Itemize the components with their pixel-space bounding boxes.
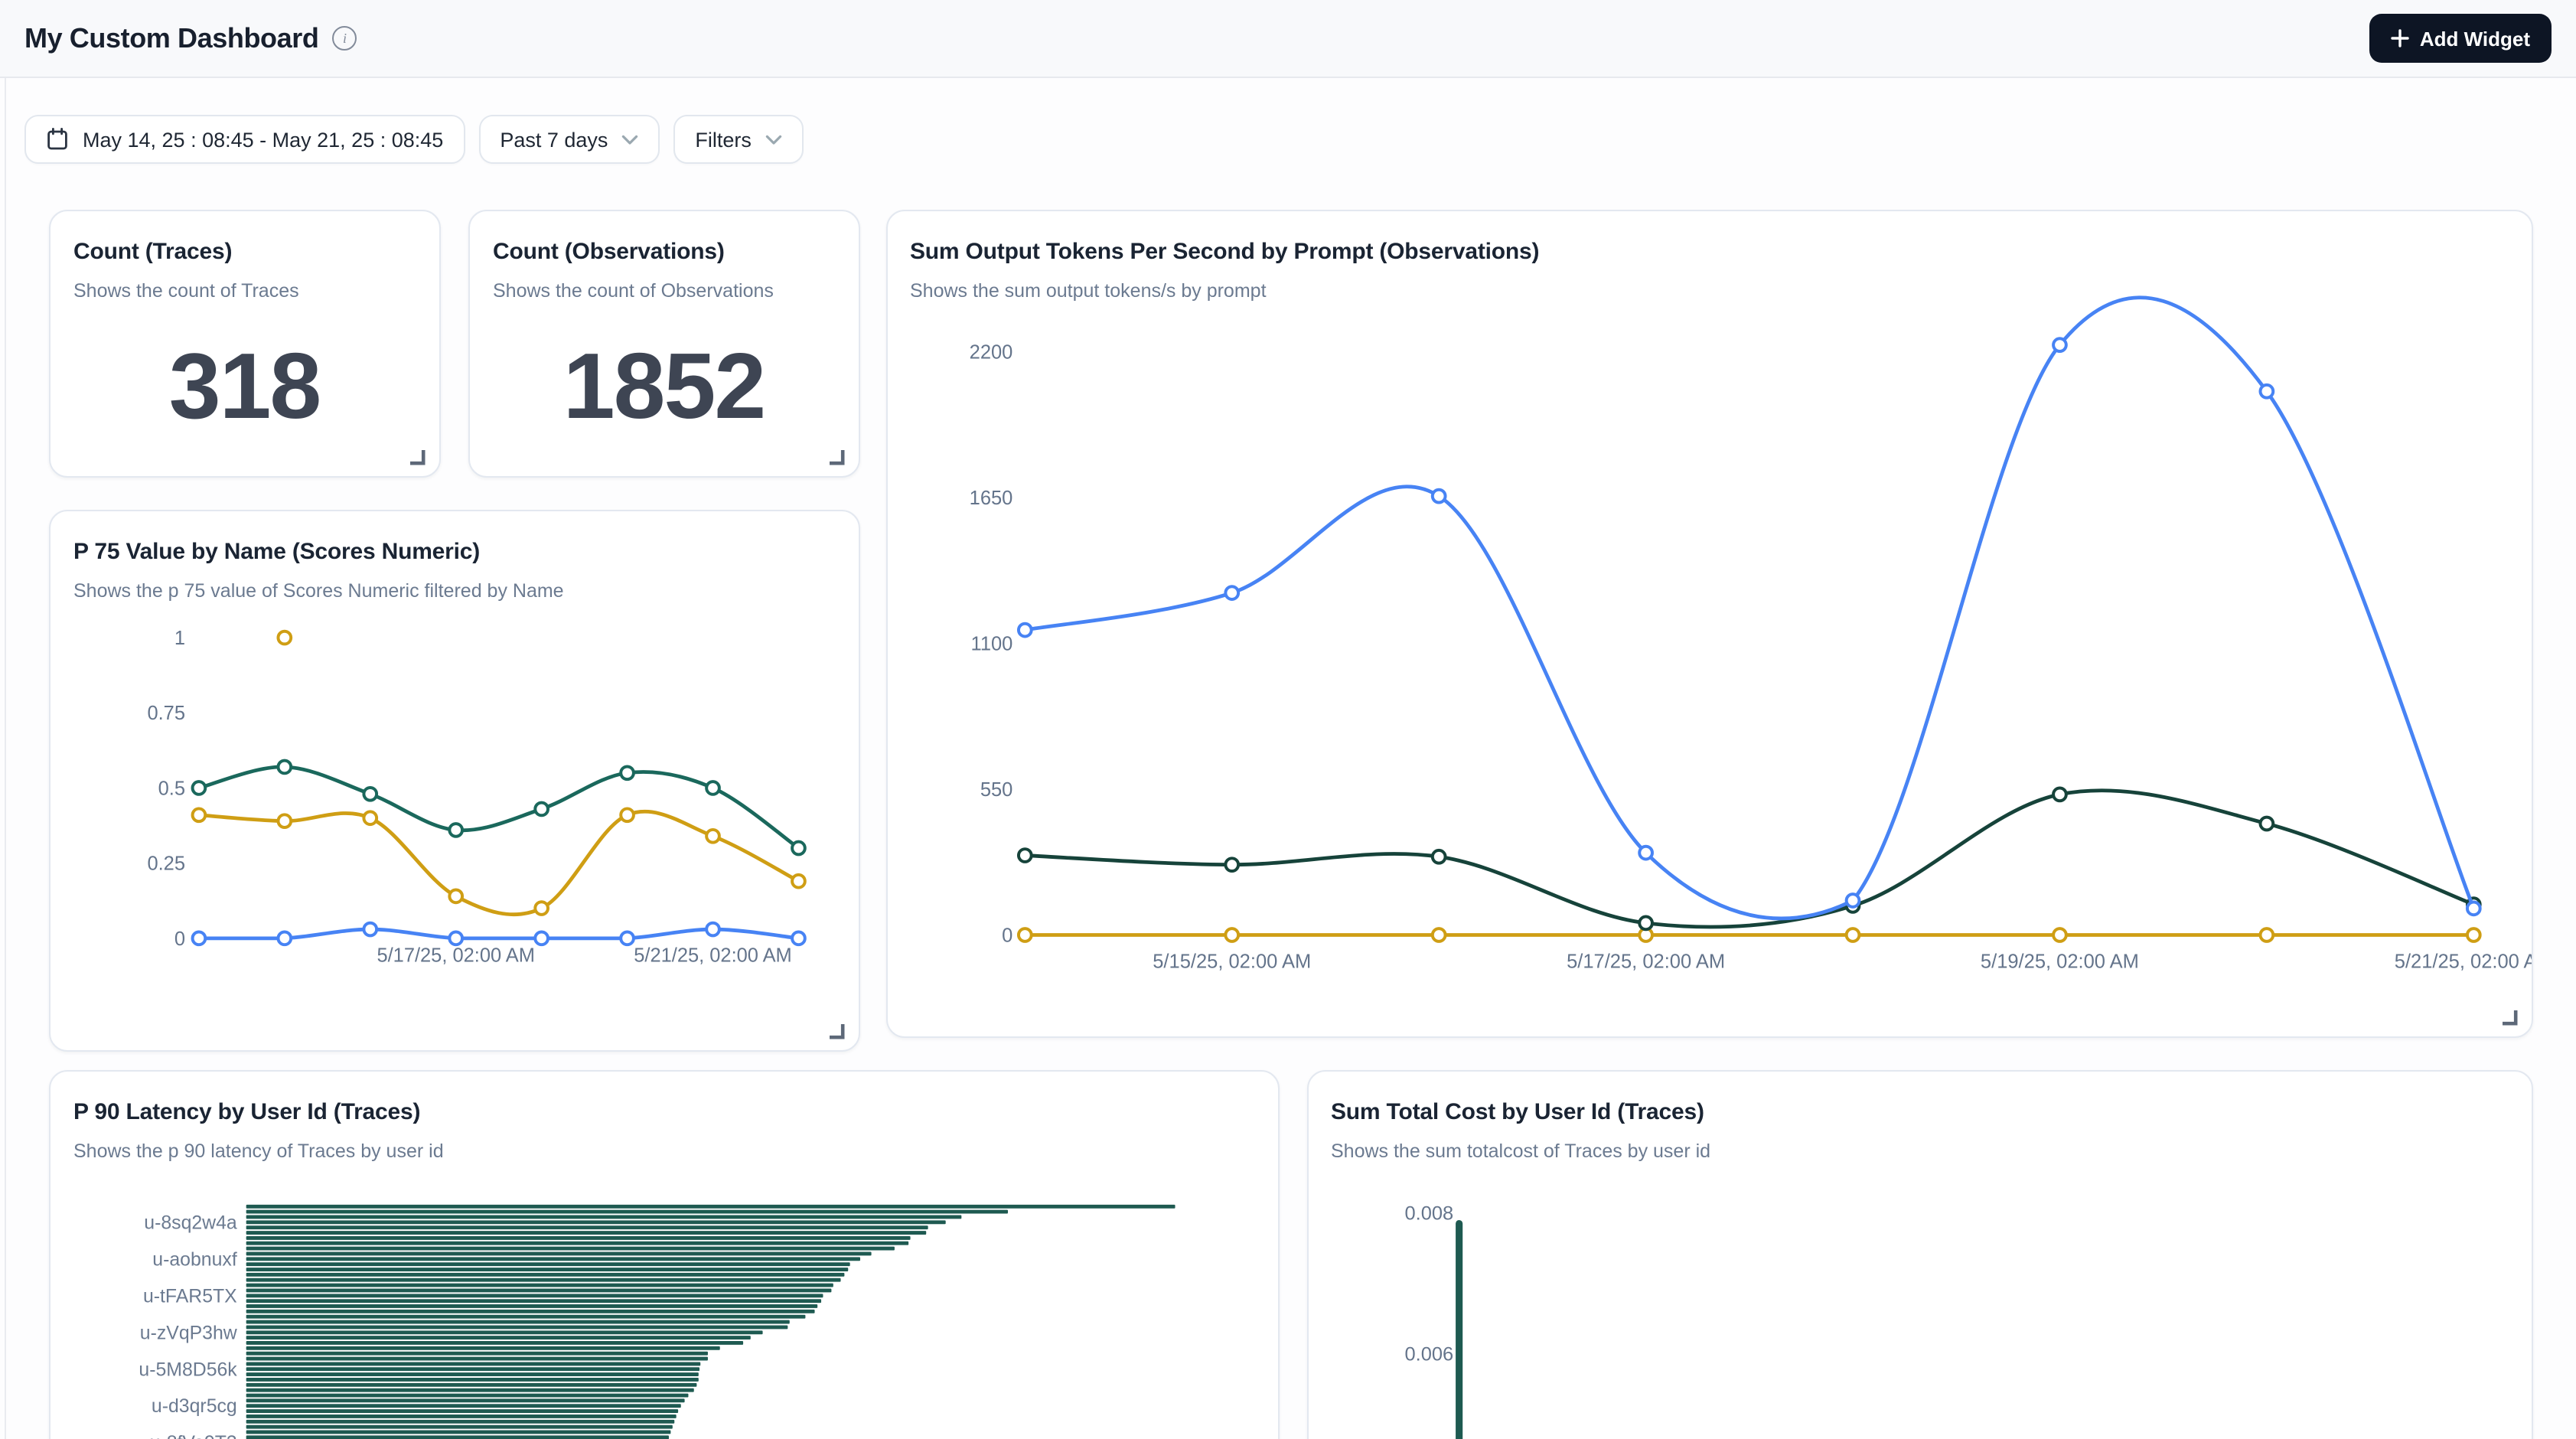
y-axis-tick-labels: 0.008 0.006 [1404,1202,1453,1365]
widget-count-observations: Count (Observations) Shows the count of … [468,209,859,477]
svg-text:5/19/25, 02:00 AM: 5/19/25, 02:00 AM [1980,950,2138,971]
widget-count-traces: Count (Traces) Shows the count of Traces… [49,209,440,477]
svg-text:0.008: 0.008 [1404,1202,1453,1224]
widget-subtitle: Shows the count of Traces [73,279,416,305]
range-preset-label: Past 7 days [500,128,608,151]
page-title: My Custom Dashboard [24,22,318,54]
series-1 [1018,788,2480,929]
svg-text:1100: 1100 [970,632,1012,654]
add-widget-button[interactable]: Add Widget [2369,14,2552,63]
svg-text:u-5M8D56k: u-5M8D56k [139,1359,237,1379]
latency-bars [246,1204,1176,1439]
count-observations-value: 1852 [470,339,858,432]
user-id-labels: u-8sq2w4a u-aobnuxf u-tFAR5TX u-zVqP3hw u-5M… [139,1212,237,1439]
filter-bar: May 14, 25 : 08:45 - May 21, 25 : 08:45 … [24,115,804,164]
tokens-line-chart: 0 550 1100 1650 2200 5/15/25, 02:00 AM 5/17/25… [887,210,2531,1036]
svg-text:u-tFAR5TX: u-tFAR5TX [143,1285,237,1306]
date-range-picker[interactable]: May 14, 25 : 08:45 - May 21, 25 : 08:45 [24,115,465,164]
calendar-icon [46,127,69,152]
svg-text:u-aobnuxf: u-aobnuxf [152,1248,237,1269]
y-axis-tick-labels: 0 550 1100 1650 2200 [969,341,1012,945]
resize-handle-icon[interactable] [827,448,844,465]
svg-text:2200: 2200 [969,341,1012,362]
widget-title: Count (Observations) [493,238,835,267]
p90-bar-chart: u-8sq2w4a u-aobnuxf u-tFAR5TX u-zVqP3hw u-5M… [51,1071,1278,1439]
dashboard-viewport: My Custom Dashboard i Add Widget May 14,… [0,0,2576,1439]
svg-text:5/15/25, 02:00 AM: 5/15/25, 02:00 AM [1152,950,1310,971]
widget-title: Count (Traces) [73,238,416,267]
resize-handle-icon[interactable] [2500,1008,2517,1025]
svg-text:0: 0 [1001,924,1012,945]
filters-label: Filters [695,128,752,151]
svg-text:5/17/25, 02:00 AM: 5/17/25, 02:00 AM [1566,950,1724,971]
widget-total-cost: Sum Total Cost by User Id (Traces) Shows… [1306,1069,2532,1439]
svg-text:0: 0 [174,928,185,949]
plus-icon [2391,29,2409,47]
date-range-label: May 14, 25 : 08:45 - May 21, 25 : 08:45 [83,128,443,151]
svg-text:1: 1 [174,627,185,648]
x-axis-tick-labels: 5/17/25, 02:00 AM 5/21/25, 02:00 AM [377,945,791,966]
svg-text:0.006: 0.006 [1404,1343,1453,1364]
dashboard-header: My Custom Dashboard i Add Widget [0,0,2576,78]
series-0 [1018,928,2480,941]
series-3 [278,631,291,644]
svg-text:5/21/25, 02:00 AM: 5/21/25, 02:00 AM [2394,950,2531,971]
y-axis-tick-labels: 0 0.25 0.5 0.75 1 [147,627,185,949]
cost-bar-chart: 0.008 0.006 [1308,1071,2531,1439]
widget-subtitle: Shows the count of Observations [493,279,835,305]
svg-text:u-8sq2w4a: u-8sq2w4a [144,1212,237,1232]
svg-text:5/17/25, 02:00 AM: 5/17/25, 02:00 AM [377,945,534,966]
svg-text:u-8fVa9T3: u-8fVa9T3 [150,1432,237,1439]
svg-text:u-zVqP3hw: u-zVqP3hw [140,1322,237,1343]
filters-dropdown[interactable]: Filters [673,115,804,164]
svg-text:550: 550 [980,778,1012,800]
add-widget-label: Add Widget [2420,27,2530,50]
widget-p90-latency: P 90 Latency by User Id (Traces) Shows t… [49,1069,1280,1439]
svg-text:0.5: 0.5 [158,777,185,798]
series-2 [193,922,805,944]
svg-text:1650: 1650 [969,487,1012,508]
range-preset-dropdown[interactable]: Past 7 days [478,115,660,164]
chevron-down-icon [765,134,782,145]
widget-output-tokens: Sum Output Tokens Per Second by Prompt (… [885,209,2532,1037]
page-left-divider [5,0,6,1439]
resize-handle-icon[interactable] [827,1023,844,1039]
svg-text:0.25: 0.25 [147,853,185,874]
x-axis-tick-labels: 5/15/25, 02:00 AM 5/17/25, 02:00 AM 5/19/2… [1152,950,2531,971]
chevron-down-icon [621,134,638,145]
resize-handle-icon[interactable] [408,448,425,465]
svg-text:5/21/25, 02:00 AM: 5/21/25, 02:00 AM [634,945,791,966]
cost-bar [1455,1219,1462,1439]
svg-text:u-d3qr5cg: u-d3qr5cg [152,1395,237,1416]
widget-p75-scores: P 75 Value by Name (Scores Numeric) Show… [49,509,859,1052]
count-traces-value: 318 [51,339,439,432]
svg-text:0.75: 0.75 [147,702,185,723]
p75-line-chart: 0 0.25 0.5 0.75 1 5/17/25, 02:00 AM 5/21/25, 0… [51,511,858,1050]
info-icon[interactable]: i [332,26,357,51]
